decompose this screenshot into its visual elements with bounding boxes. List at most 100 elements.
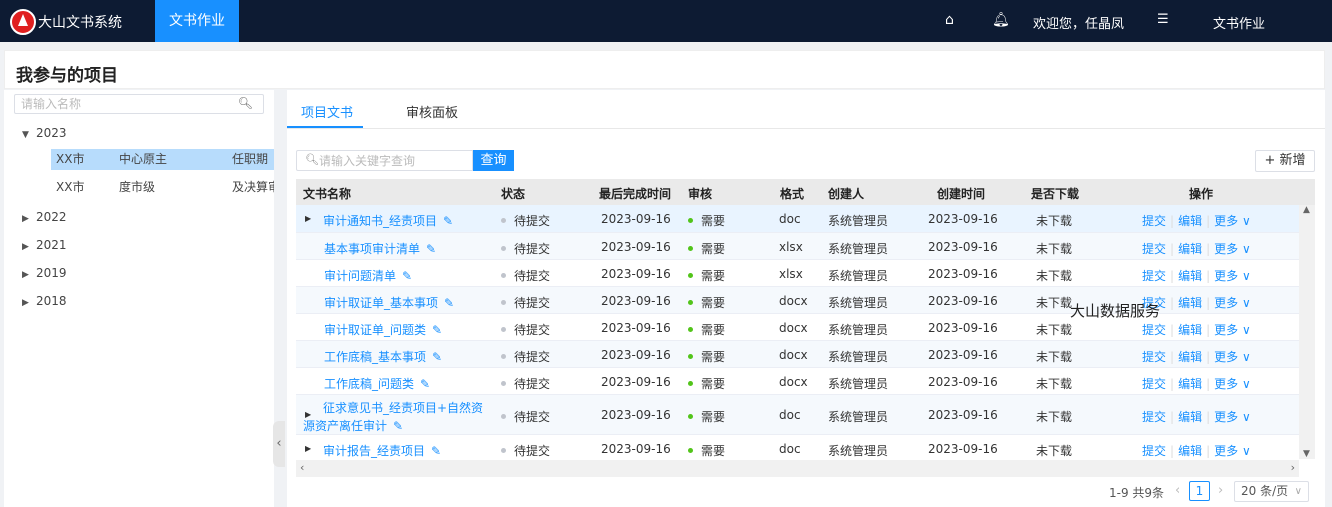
edit-link[interactable]: 编辑 (1178, 214, 1202, 228)
more-dropdown[interactable]: 更多 ∨ (1214, 444, 1251, 458)
submit-link[interactable]: 提交 (1142, 377, 1166, 391)
tree-search-input[interactable] (15, 95, 215, 113)
caret-down-icon[interactable]: ▼ (22, 130, 36, 140)
table-row[interactable]: 审计问题清单 ✎ 待提交 2023-09-16 需要 xlsx 系统管理员 2023-09-1… (296, 260, 1299, 287)
expand-row-icon[interactable]: ▶ (305, 214, 311, 223)
created-time-cell: 2023-09-16 (928, 442, 998, 456)
document-name-link[interactable]: 基本事项审计清单 ✎ (324, 240, 436, 257)
caret-right-icon[interactable]: ▶ (22, 242, 36, 252)
query-button[interactable]: 查询 (473, 150, 514, 171)
submit-link[interactable]: 提交 (1142, 269, 1166, 283)
format-cell: doc (779, 212, 801, 226)
document-name-link[interactable]: 工作底稿_基本事项 ✎ (324, 348, 442, 365)
review-cell: 需要 (688, 321, 725, 338)
horizontal-scrollbar[interactable]: ‹ › (296, 460, 1299, 477)
scroll-down-icon[interactable]: ▼ (1303, 449, 1310, 459)
creator-cell: 系统管理员 (828, 410, 889, 424)
edit-pencil-icon[interactable]: ✎ (393, 419, 403, 433)
tree-year-2023[interactable]: ▼ 2023 (22, 126, 67, 140)
edit-pencil-icon[interactable]: ✎ (420, 377, 430, 391)
tree-item-project-2[interactable]: XX市 度市级 及决算审 (51, 177, 274, 198)
creator-cell: 系统管理员 (828, 350, 889, 364)
document-name-link[interactable]: 审计取证单_基本事项 ✎ (324, 294, 454, 311)
scroll-right-icon[interactable]: › (1291, 461, 1295, 474)
edit-pencil-icon[interactable]: ✎ (432, 323, 442, 337)
document-name-link[interactable]: 审计取证单_问题类 ✎ (324, 321, 442, 338)
tree-item-project-1[interactable]: XX市 中心原主 任职期 (51, 149, 274, 170)
edit-pencil-icon[interactable]: ✎ (402, 269, 412, 283)
welcome-user[interactable]: 欢迎您，任晶凤 (1033, 13, 1124, 32)
more-dropdown[interactable]: 更多 ∨ (1214, 350, 1251, 364)
edit-link[interactable]: 编辑 (1178, 410, 1202, 424)
document-name-link-cont[interactable]: 源资产离任审计 ✎ (303, 417, 403, 434)
tree-year-2019[interactable]: ▶ 2019 (22, 266, 67, 280)
collapse-panel-handle[interactable]: ‹ (273, 421, 285, 467)
submit-link[interactable]: 提交 (1142, 410, 1166, 424)
edit-pencil-icon[interactable]: ✎ (426, 242, 436, 256)
table-row[interactable]: ▶ 征求意见书_经责项目+自然资 源资产离任审计 ✎ 待提交 2023-09-16 需要 do… (296, 395, 1299, 435)
document-name-link[interactable]: 审计通知书_经责项目 ✎ (323, 212, 453, 229)
tree-year-2022[interactable]: ▶ 2022 (22, 210, 67, 224)
edit-link[interactable]: 编辑 (1178, 269, 1202, 283)
more-dropdown[interactable]: 更多 ∨ (1214, 323, 1251, 337)
caret-right-icon[interactable]: ▶ (22, 214, 36, 224)
document-name-link[interactable]: 审计问题清单 ✎ (324, 267, 412, 284)
document-name-link[interactable]: 审计报告_经责项目 ✎ (323, 442, 441, 459)
document-panel: 项目文书 审核面板 🔍︎ 查询 + 新增 文书名称 状态 最后完成时间 审核 格… (287, 90, 1325, 507)
scroll-left-icon[interactable]: ‹ (300, 461, 304, 474)
more-dropdown[interactable]: 更多 ∨ (1214, 242, 1251, 256)
edit-pencil-icon[interactable]: ✎ (443, 214, 453, 228)
status-cell: 待提交 (501, 375, 550, 392)
search-icon[interactable]: 🔍︎ (238, 96, 253, 110)
caret-right-icon[interactable]: ▶ (22, 270, 36, 280)
document-name-link[interactable]: 征求意见书_经责项目+自然资 (323, 399, 483, 416)
tab-review-board[interactable]: 审核面板 (406, 102, 458, 121)
top-navbar: 大山文书系统 文书作业 ⌂ 🔔︎ 欢迎您，任晶凤 ☰ 文书作业 (0, 0, 1332, 42)
edit-pencil-icon[interactable]: ✎ (432, 350, 442, 364)
vertical-scrollbar[interactable]: ▲ ▼ (1299, 205, 1315, 459)
caret-right-icon[interactable]: ▶ (22, 298, 36, 308)
top-tab-document-work[interactable]: 文书作业 (155, 0, 239, 42)
pagination-prev-icon[interactable]: ‹ (1175, 483, 1180, 498)
more-dropdown[interactable]: 更多 ∨ (1214, 296, 1251, 310)
document-name-link[interactable]: 工作底稿_问题类 ✎ (324, 375, 430, 392)
table-row[interactable]: 基本事项审计清单 ✎ 待提交 2023-09-16 需要 xlsx 系统管理员 2023-09… (296, 233, 1299, 260)
edit-link[interactable]: 编辑 (1178, 242, 1202, 256)
submit-link[interactable]: 提交 (1142, 350, 1166, 364)
edit-link[interactable]: 编辑 (1178, 350, 1202, 364)
edit-link[interactable]: 编辑 (1178, 296, 1202, 310)
document-work-menu[interactable]: 文书作业 (1213, 13, 1265, 32)
table-row[interactable]: 工作底稿_问题类 ✎ 待提交 2023-09-16 需要 docx 系统管理员 2023-09… (296, 368, 1299, 395)
more-dropdown[interactable]: 更多 ∨ (1214, 214, 1251, 228)
page-size-select[interactable]: 20 条/页 ∨ (1234, 481, 1309, 502)
more-dropdown[interactable]: 更多 ∨ (1214, 410, 1251, 424)
bell-icon[interactable]: 🔔︎ (992, 12, 1010, 28)
format-cell: docx (779, 375, 808, 389)
add-button[interactable]: + 新增 (1255, 150, 1315, 172)
submit-link[interactable]: 提交 (1142, 214, 1166, 228)
more-dropdown[interactable]: 更多 ∨ (1214, 377, 1251, 391)
table-row[interactable]: 工作底稿_基本事项 ✎ 待提交 2023-09-16 需要 docx 系统管理员 2023-0… (296, 341, 1299, 368)
table-row[interactable]: ▶ 审计通知书_经责项目 ✎ 待提交 2023-09-16 需要 doc 系统管理员 2023-… (296, 205, 1299, 233)
edit-link[interactable]: 编辑 (1178, 444, 1202, 458)
list-icon[interactable]: ☰ (1157, 12, 1169, 27)
home-icon[interactable]: ⌂ (945, 12, 954, 28)
pagination-next-icon[interactable]: › (1218, 483, 1223, 498)
tree-year-2018[interactable]: ▶ 2018 (22, 294, 67, 308)
edit-pencil-icon[interactable]: ✎ (431, 444, 441, 458)
edit-link[interactable]: 编辑 (1178, 323, 1202, 337)
status-dot (501, 273, 506, 278)
expand-row-icon[interactable]: ▶ (305, 444, 311, 453)
submit-link[interactable]: 提交 (1142, 323, 1166, 337)
tree-year-2021[interactable]: ▶ 2021 (22, 238, 67, 252)
edit-pencil-icon[interactable]: ✎ (444, 296, 454, 310)
tab-project-documents[interactable]: 项目文书 (301, 102, 353, 121)
pagination-page-1[interactable]: 1 (1189, 481, 1210, 501)
more-dropdown[interactable]: 更多 ∨ (1214, 269, 1251, 283)
edit-link[interactable]: 编辑 (1178, 377, 1202, 391)
scroll-up-icon[interactable]: ▲ (1303, 205, 1310, 215)
submit-link[interactable]: 提交 (1142, 242, 1166, 256)
submit-link[interactable]: 提交 (1142, 444, 1166, 458)
table-row[interactable]: ▶ 审计报告_经责项目 ✎ 待提交 2023-09-16 需要 doc 系统管理员 2023-0… (296, 435, 1299, 463)
keyword-search-input[interactable] (319, 152, 469, 169)
